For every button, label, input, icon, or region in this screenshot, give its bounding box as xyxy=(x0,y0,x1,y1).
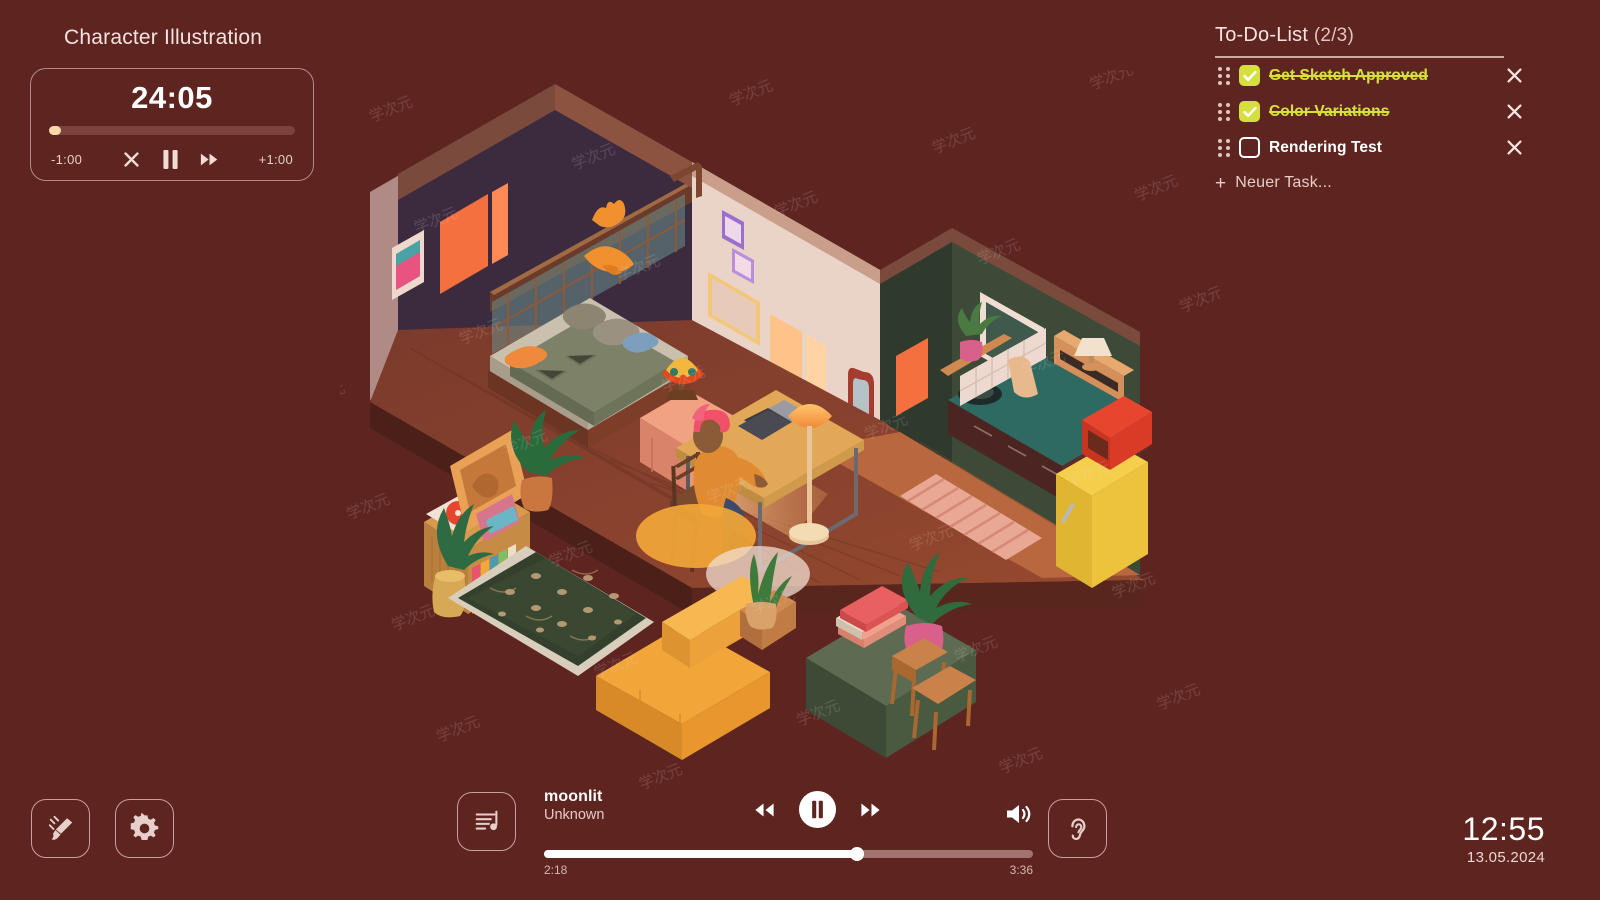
todo-panel: To-Do-List (2/3) Get Sketch Approved Col… xyxy=(1215,24,1522,193)
todo-label: Rendering Test xyxy=(1269,138,1383,156)
seek-knob[interactable] xyxy=(849,847,864,861)
todo-count: (2/3) xyxy=(1313,25,1354,46)
seek-bar[interactable]: 2:18 3:36 xyxy=(544,847,1033,877)
seek-track[interactable] xyxy=(544,847,1033,861)
seek-times: 2:18 3:36 xyxy=(544,863,1033,877)
todo-delete-button[interactable] xyxy=(1503,101,1525,123)
gear-icon xyxy=(130,813,159,841)
rewind-icon xyxy=(754,802,774,817)
add-task-button[interactable]: + Neuer Task... xyxy=(1215,174,1515,193)
timer-pause-button[interactable] xyxy=(162,149,179,170)
elapsed-time: 2:18 xyxy=(544,863,568,877)
todo-item[interactable]: Rendering Test xyxy=(1215,130,1522,166)
check-icon xyxy=(1242,106,1257,117)
track-info: moonlit Unknown xyxy=(544,788,604,823)
seek-fill xyxy=(544,850,857,858)
todo-delete-button[interactable] xyxy=(1503,65,1525,87)
timer-skip-button[interactable] xyxy=(200,151,219,168)
timer-stop-button[interactable] xyxy=(122,150,141,169)
previous-track-button[interactable] xyxy=(753,801,776,824)
todo-checkbox[interactable] xyxy=(1239,101,1260,122)
duration-time: 3:36 xyxy=(1009,863,1033,877)
pause-icon xyxy=(163,150,178,169)
track-title: moonlit xyxy=(544,788,603,805)
timer-progress-fill xyxy=(49,126,62,135)
fast-forward-icon xyxy=(200,153,218,166)
play-pause-button[interactable] xyxy=(798,790,837,834)
playlist-button[interactable] xyxy=(457,792,516,851)
timer-value: 24:05 xyxy=(131,80,213,115)
todo-header: To-Do-List (2/3) xyxy=(1215,24,1515,47)
player-controls xyxy=(717,790,917,834)
pause-circle-icon xyxy=(798,790,836,829)
ambient-sounds-button[interactable] xyxy=(1048,799,1107,858)
page-title: Character Illustration xyxy=(64,26,263,49)
close-icon xyxy=(124,152,139,167)
next-track-button[interactable] xyxy=(859,801,882,824)
playlist-music-icon xyxy=(475,810,497,830)
fast-forward-icon xyxy=(860,802,880,817)
volume-button[interactable] xyxy=(1005,802,1033,831)
close-icon xyxy=(1506,104,1522,119)
ear-icon xyxy=(1070,817,1086,840)
close-icon xyxy=(1506,140,1522,155)
theme-button[interactable] xyxy=(31,799,90,858)
check-icon xyxy=(1242,70,1257,81)
clock: 12:55 13.05.2024 xyxy=(1462,812,1545,866)
clock-time: 12:55 xyxy=(1462,811,1545,847)
todo-label: Color Variations xyxy=(1269,102,1390,120)
paintbrush-icon xyxy=(48,815,72,840)
todo-title: To-Do-List xyxy=(1215,24,1309,46)
clock-date: 13.05.2024 xyxy=(1466,849,1545,866)
todo-delete-button[interactable] xyxy=(1503,137,1525,159)
settings-button[interactable] xyxy=(115,799,174,858)
todo-item[interactable]: Get Sketch Approved xyxy=(1215,58,1522,94)
music-player: moonlit Unknown 2:18 3:36 xyxy=(457,788,1033,877)
todo-label: Get Sketch Approved xyxy=(1269,66,1428,84)
volume-high-icon xyxy=(1007,805,1031,823)
pomodoro-timer-card: 24:05 -1:00 +1:00 xyxy=(30,68,314,181)
todo-checkbox[interactable] xyxy=(1239,137,1260,158)
timer-decrease-button[interactable]: -1:00 xyxy=(51,152,82,167)
close-icon xyxy=(1506,68,1522,83)
timer-progress-bar[interactable] xyxy=(49,126,295,135)
todo-item[interactable]: Color Variations xyxy=(1215,94,1522,130)
timer-increase-button[interactable]: +1:00 xyxy=(259,152,293,167)
add-task-label: Neuer Task... xyxy=(1235,174,1332,191)
timer-controls: -1:00 +1:00 xyxy=(49,149,295,170)
isometric-room-illustration: 学次元 xyxy=(340,70,1220,790)
todo-checkbox[interactable] xyxy=(1239,65,1260,86)
track-artist: Unknown xyxy=(544,807,605,823)
